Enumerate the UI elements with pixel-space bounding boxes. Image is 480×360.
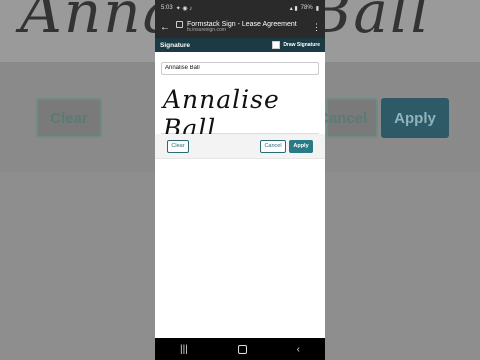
draw-signature-checkbox[interactable] xyxy=(272,41,281,49)
recents-icon[interactable]: ||| xyxy=(180,344,188,355)
signature-body: Annalise Ball Clear Cancel Apply xyxy=(155,52,325,163)
bg-apply-button: Apply xyxy=(381,98,449,138)
notification-icons: ✦ ◉ ♪ xyxy=(175,5,193,12)
signature-name-input[interactable] xyxy=(161,61,319,75)
overflow-menu-icon[interactable]: ⋮ xyxy=(312,22,321,33)
back-arrow-icon[interactable]: ← xyxy=(160,22,172,33)
lock-icon xyxy=(176,20,183,28)
draw-signature-label: Draw Signature xyxy=(283,42,320,48)
draw-signature-toggle[interactable]: Draw Signature xyxy=(272,41,320,49)
clear-button[interactable]: Clear xyxy=(167,139,189,153)
signature-header: Signature Draw Signature xyxy=(155,38,325,52)
cancel-button[interactable]: Cancel xyxy=(260,139,286,153)
back-icon[interactable]: ‹ xyxy=(297,344,300,355)
android-nav-bar: ||| ‹ xyxy=(155,338,325,360)
browser-titles: Formstack Sign - Lease Agreement fs.insu… xyxy=(187,21,312,34)
bg-clear-button: Clear xyxy=(36,98,102,138)
signature-preview: Annalise Ball xyxy=(161,81,319,143)
apply-button[interactable]: Apply xyxy=(289,139,313,153)
page-url: fs.insurexign.com xyxy=(187,27,226,34)
signal-icons: ▴ ▮ xyxy=(289,5,298,12)
action-bar: Clear Cancel Apply xyxy=(155,133,325,159)
battery-icon: ▮ xyxy=(315,5,319,12)
home-icon[interactable] xyxy=(237,344,247,354)
status-time: 5:03 xyxy=(161,5,173,11)
browser-bar: ← Formstack Sign - Lease Agreement fs.in… xyxy=(155,16,325,38)
signature-heading: Signature xyxy=(160,41,190,49)
phone-screen: 5:03 ✦ ◉ ♪ ▴ ▮ 78% ▮ ← Formstack Sign - … xyxy=(155,0,325,360)
battery-level: 78% xyxy=(300,5,313,11)
status-bar: 5:03 ✦ ◉ ♪ ▴ ▮ 78% ▮ xyxy=(155,0,325,16)
bg-cancel-button: Cancel xyxy=(318,98,378,138)
